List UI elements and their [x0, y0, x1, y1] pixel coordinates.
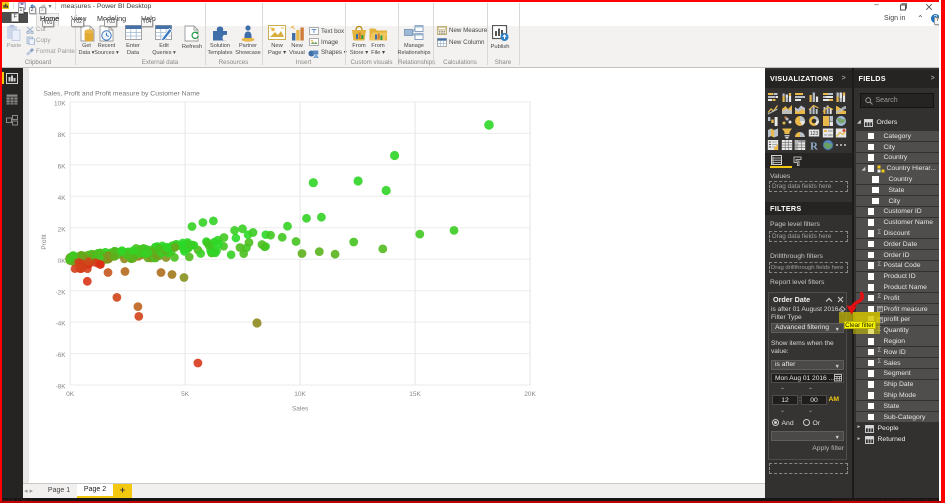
svg-text:123: 123	[810, 131, 819, 137]
svg-text:-2K: -2K	[55, 289, 66, 296]
svg-text:R: R	[810, 140, 819, 151]
svg-text:0K: 0K	[58, 257, 67, 264]
svg-text:20K: 20K	[524, 391, 536, 398]
svg-text:8K: 8K	[58, 132, 67, 139]
svg-text:10K: 10K	[54, 100, 66, 107]
svg-text:-6K: -6K	[55, 352, 66, 359]
svg-text:Sales, Profit and Profit measu: Sales, Profit and Profit measure by Cust…	[43, 90, 200, 97]
svg-text:0K: 0K	[66, 391, 75, 398]
svg-text:10K: 10K	[294, 391, 306, 398]
svg-text:15K: 15K	[409, 391, 421, 398]
svg-text:6K: 6K	[58, 163, 67, 170]
svg-text:Sales: Sales	[292, 405, 309, 412]
svg-text:4K: 4K	[58, 194, 67, 201]
svg-text:2K: 2K	[58, 226, 67, 233]
svg-text:5K: 5K	[181, 391, 190, 398]
svg-text:Profit: Profit	[41, 234, 48, 249]
svg-text:-8K: -8K	[55, 383, 66, 390]
svg-text:-4K: -4K	[55, 320, 66, 327]
